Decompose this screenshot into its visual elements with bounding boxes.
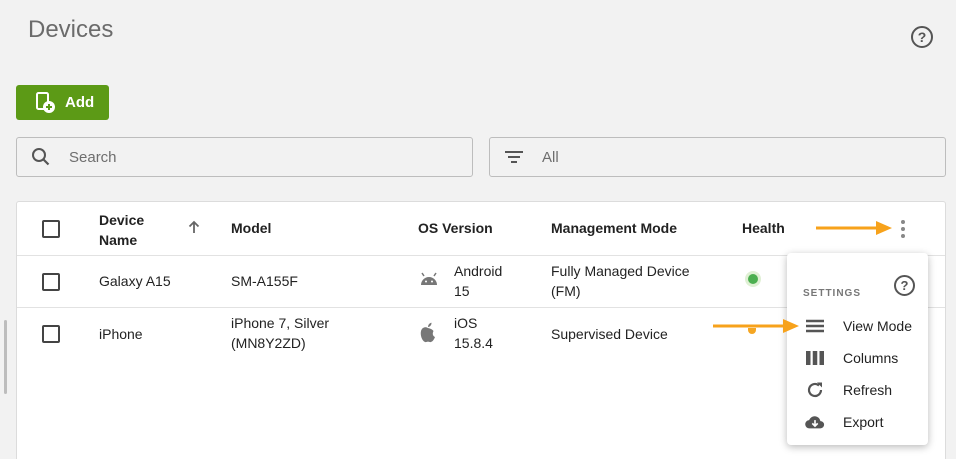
- device-name: Galaxy A15: [99, 273, 171, 289]
- export-icon: [805, 412, 825, 432]
- column-management-mode[interactable]: Management Mode: [551, 220, 677, 236]
- management-mode: Fully Managed Device (FM): [551, 263, 690, 299]
- management-mode: Supervised Device: [551, 326, 668, 342]
- menu-item-columns[interactable]: Columns: [787, 342, 928, 374]
- arrow-annotation-icon: [713, 319, 799, 333]
- search-icon: [32, 148, 50, 166]
- search-box[interactable]: [16, 137, 473, 177]
- filter-icon: [505, 151, 523, 163]
- sort-ascending-icon[interactable]: [188, 220, 200, 234]
- scrollbar[interactable]: [4, 320, 7, 394]
- row-checkbox[interactable]: [42, 273, 60, 291]
- table-header: Device Name Model OS Version Management …: [17, 202, 945, 256]
- page-title: Devices: [28, 16, 114, 43]
- device-model: iPhone 7, Silver (MN8Y2ZD): [231, 315, 330, 351]
- more-options-icon[interactable]: [901, 220, 905, 241]
- menu-item-refresh[interactable]: Refresh: [787, 374, 928, 406]
- select-all-checkbox[interactable]: [42, 220, 60, 238]
- add-device-icon: [36, 91, 55, 113]
- arrow-annotation-icon: [816, 221, 892, 235]
- menu-item-label: View Mode: [843, 318, 913, 334]
- add-button[interactable]: Add: [16, 85, 109, 120]
- columns-icon: [805, 348, 825, 368]
- health-status-dot: [748, 274, 758, 284]
- device-model: SM-A155F: [231, 273, 298, 289]
- menu-item-label: Columns: [843, 350, 899, 366]
- device-name: iPhone: [99, 326, 143, 342]
- android-icon: [421, 272, 437, 285]
- help-icon[interactable]: ?: [911, 26, 933, 48]
- os-version: iOS 15.8.4: [454, 315, 493, 351]
- column-model[interactable]: Model: [231, 220, 271, 236]
- view-mode-icon: [805, 316, 825, 336]
- apple-icon: [420, 322, 435, 343]
- filter-dropdown[interactable]: All: [489, 137, 946, 177]
- settings-menu: SETTINGS ? View Mode Columns Refresh Exp…: [787, 253, 928, 445]
- search-input[interactable]: [69, 148, 429, 166]
- row-checkbox[interactable]: [42, 325, 60, 343]
- filter-value: All: [542, 148, 559, 166]
- menu-item-label: Export: [843, 414, 884, 430]
- refresh-icon: [805, 380, 825, 400]
- menu-item-label: Refresh: [843, 382, 893, 398]
- add-button-label: Add: [65, 94, 95, 111]
- column-health[interactable]: Health: [742, 220, 785, 236]
- settings-heading: SETTINGS: [803, 288, 862, 299]
- menu-item-view-mode[interactable]: View Mode: [787, 310, 928, 342]
- settings-help-icon[interactable]: ?: [894, 275, 915, 296]
- menu-item-export[interactable]: Export: [787, 406, 928, 438]
- column-device-name[interactable]: Device Name: [99, 210, 144, 250]
- os-version: Android 15: [454, 263, 503, 299]
- column-os-version[interactable]: OS Version: [418, 220, 493, 236]
